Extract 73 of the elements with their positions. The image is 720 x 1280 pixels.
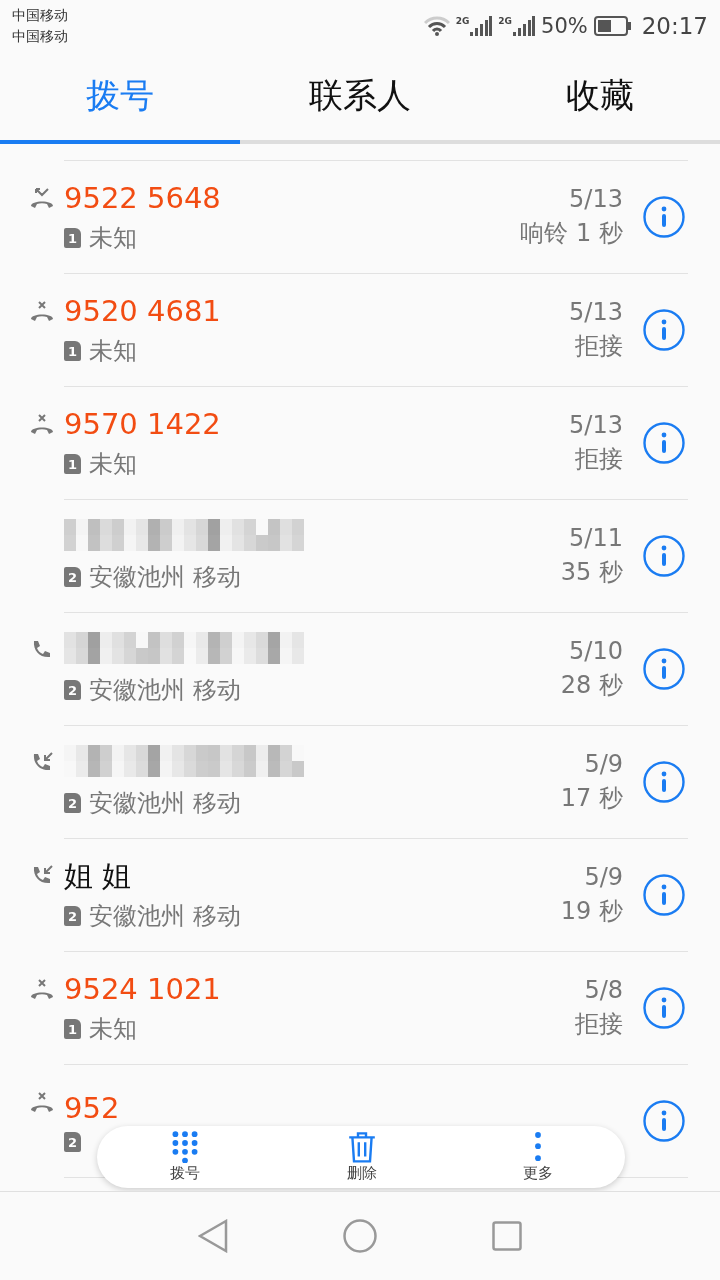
info-icon[interactable]: [643, 535, 685, 577]
tab[interactable]: 拨号: [0, 52, 240, 140]
call-date: 5/13: [569, 185, 623, 213]
caller-location: 未知: [89, 223, 137, 254]
wifi-icon: [423, 16, 450, 36]
call-duration: 拒接: [575, 331, 623, 362]
info-icon[interactable]: [643, 874, 685, 916]
call-date: 5/10: [569, 637, 623, 665]
sim-badge: 2: [64, 680, 81, 700]
rejected-call-icon: [30, 978, 54, 1000]
home-icon[interactable]: [343, 1219, 377, 1253]
clock: 20:17: [641, 13, 708, 39]
call-date: 5/9: [584, 863, 623, 891]
call-duration: 35 秒: [560, 557, 623, 588]
call-duration: 19 秒: [560, 896, 623, 927]
caller-name: 9520 4681: [64, 293, 222, 329]
call-duration: 28 秒: [560, 670, 623, 701]
caller-location: 未知: [89, 1014, 137, 1045]
rejected-call-icon: [30, 413, 54, 435]
caller-name: 姐 姐: [64, 858, 133, 894]
sim-badge: 2: [64, 567, 81, 587]
sim-badge: 1: [64, 341, 81, 361]
caller-location: 未知: [89, 336, 137, 367]
call-duration: 拒接: [575, 444, 623, 475]
info-icon[interactable]: [643, 1100, 685, 1142]
more-icon: [533, 1131, 544, 1163]
action-button[interactable]: 拨号: [158, 1131, 211, 1183]
caller-name: 9570 1422: [64, 406, 222, 442]
carrier-name: 中国移动: [12, 6, 68, 25]
caller-location: 安徽池州 移动: [89, 901, 241, 932]
caller-location: 未知: [89, 449, 137, 480]
rejected-call-icon: [30, 1091, 54, 1113]
caller-location: 安徽池州 移动: [89, 562, 241, 593]
info-icon[interactable]: [643, 196, 685, 238]
signal-icon: [470, 16, 493, 36]
info-icon[interactable]: [643, 422, 685, 464]
info-icon[interactable]: [643, 648, 685, 690]
network-type: 2G: [498, 16, 512, 26]
call-date: 5/8: [584, 976, 623, 1004]
caller-name: 9524 1021: [64, 971, 222, 1007]
battery-percent: 50%: [541, 14, 588, 38]
info-icon[interactable]: [643, 309, 685, 351]
call-duration: 拒接: [575, 1009, 623, 1040]
call-date: 5/9: [584, 750, 623, 778]
caller-name: 952: [64, 1090, 121, 1126]
rejected-call-icon: [30, 300, 54, 322]
sim-badge: 1: [64, 1019, 81, 1039]
back-icon[interactable]: [197, 1219, 228, 1253]
action-button[interactable]: 删除: [334, 1131, 390, 1183]
call-date: 5/13: [569, 411, 623, 439]
carrier-name: 中国移动: [12, 27, 68, 46]
sim-badge: 2: [64, 793, 81, 813]
caller-location: 安徽池州 移动: [89, 788, 241, 819]
info-icon[interactable]: [643, 987, 685, 1029]
caller-location: 安徽池州 移动: [89, 675, 241, 706]
info-icon[interactable]: [643, 761, 685, 803]
sim-badge: 1: [64, 454, 81, 474]
sim-badge: 2: [64, 906, 81, 926]
recents-icon[interactable]: [492, 1221, 523, 1251]
call-duration: 响铃 1 秒: [520, 218, 623, 249]
tab[interactable]: 收藏: [480, 52, 720, 140]
network-type: 2G: [455, 16, 470, 26]
signal-icon: [513, 16, 535, 36]
sim-badge: 1: [64, 228, 81, 248]
call-duration: 17 秒: [560, 783, 623, 814]
sim-badge: 2: [64, 1132, 81, 1152]
tab[interactable]: 联系人: [240, 52, 480, 140]
caller-name: 9522 5648: [64, 180, 222, 216]
call-date: 5/13: [569, 298, 623, 326]
action-button[interactable]: 更多: [513, 1131, 564, 1183]
call-date: 5/11: [569, 524, 623, 552]
missed-call-icon: [30, 187, 54, 209]
battery-icon: [593, 16, 632, 36]
